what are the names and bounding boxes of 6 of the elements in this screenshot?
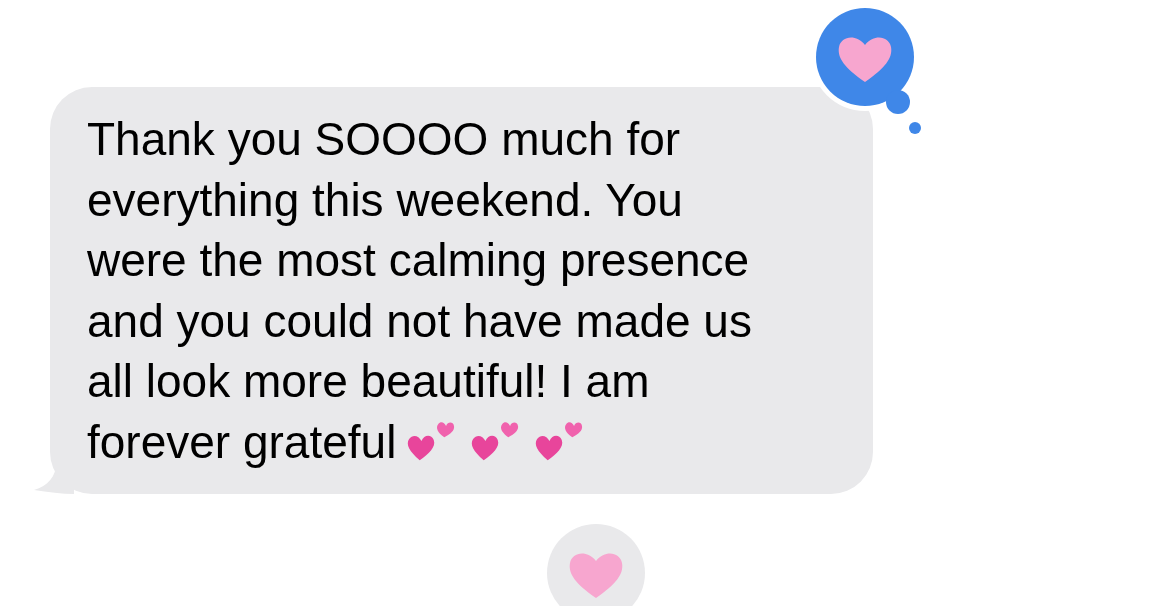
message-line: everything this weekend. You	[87, 173, 683, 226]
message-line: Thank you SOOOO much for	[87, 113, 681, 165]
message-line: were the most calming presence	[87, 234, 750, 286]
message-line: and you could not have made us	[87, 294, 752, 347]
message-line: all look more beautiful! I am	[87, 355, 650, 407]
message-line: forever grateful	[87, 415, 397, 468]
